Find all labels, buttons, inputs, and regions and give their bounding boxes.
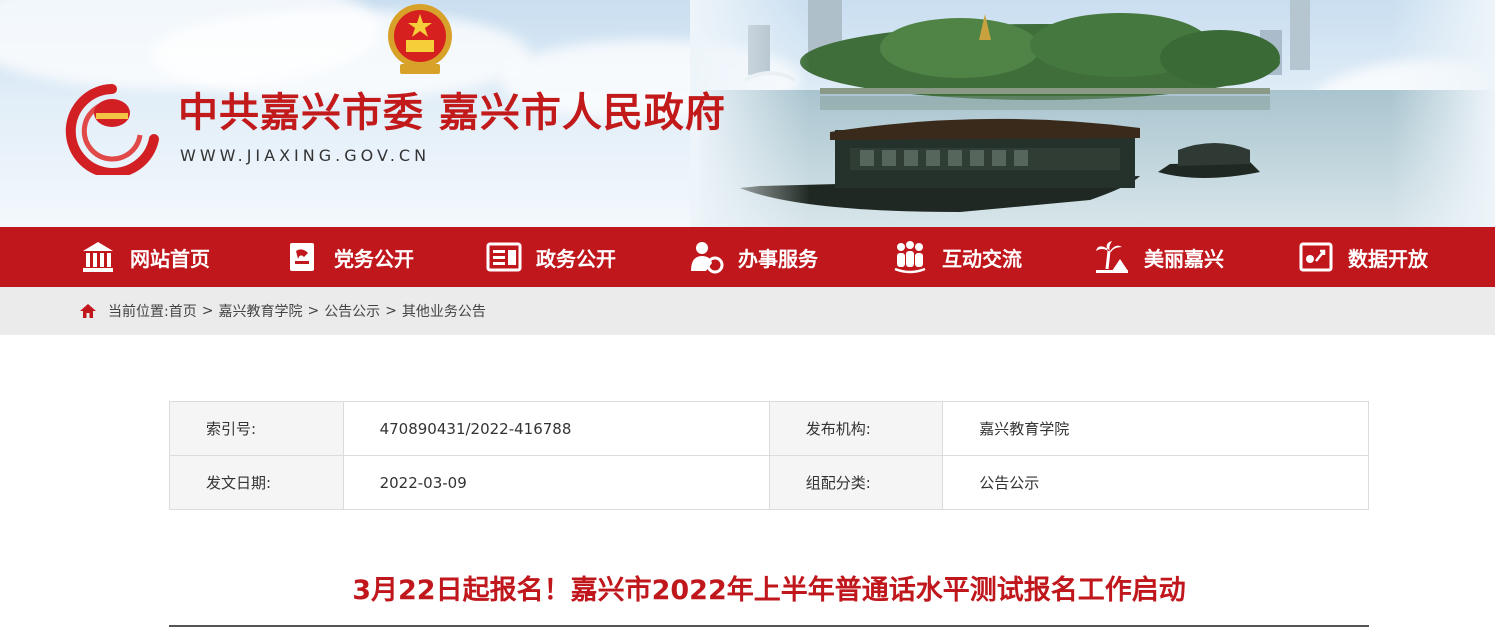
nav-label: 党务公开 [334, 246, 414, 271]
category-label: 组配分类: [768, 455, 944, 510]
main-nav: 网站首页 党务公开 政务公开 办事服务 互动交流 美丽嘉兴 数据开放 [0, 227, 1495, 287]
category-value: 公告公示 [942, 455, 1369, 510]
nav-item-home[interactable]: 网站首页 [80, 227, 210, 287]
nav-item-open-data[interactable]: 数据开放 [1298, 227, 1428, 287]
nav-item-party-affairs[interactable]: 党务公开 [284, 227, 414, 287]
breadcrumb-separator: > [307, 303, 320, 319]
breadcrumb-bar: 当前位置: 首页 > 嘉兴教育学院 > 公告公示 > 其他业务公告 [0, 287, 1495, 335]
breadcrumb-link-other-notices[interactable]: 其他业务公告 [402, 301, 486, 321]
nav-item-government-affairs[interactable]: 政务公开 [486, 227, 616, 287]
people-icon [894, 241, 926, 274]
breadcrumb-separator: > [385, 303, 397, 319]
breadcrumb-separator: > [201, 303, 214, 319]
nav-label: 美丽嘉兴 [1144, 246, 1224, 271]
site-url: WWW.JIAXING.GOV.CN [180, 146, 431, 165]
document-icon [486, 242, 522, 272]
nav-label: 政务公开 [536, 246, 616, 271]
document-meta-table: 索引号: 470890431/2022-416788 发布机构: 嘉兴教育学院 … [169, 401, 1369, 510]
breadcrumb-prefix: 当前位置: [108, 304, 169, 320]
nav-item-interaction[interactable]: 互动交流 [892, 227, 1022, 287]
nav-label: 互动交流 [942, 246, 1022, 271]
nav-item-beautiful-jiaxing[interactable]: 美丽嘉兴 [1094, 227, 1224, 287]
index-number-value: 470890431/2022-416788 [342, 401, 770, 456]
national-emblem-icon [388, 4, 452, 74]
index-number-label: 索引号: [169, 401, 344, 456]
data-icon [1299, 242, 1333, 272]
nav-item-services[interactable]: 办事服务 [688, 227, 818, 287]
home-icon [80, 304, 96, 318]
publisher-value: 嘉兴教育学院 [942, 401, 1369, 456]
publish-date-value: 2022-03-09 [342, 455, 770, 510]
title-divider [169, 625, 1369, 627]
nav-label: 数据开放 [1348, 246, 1428, 271]
breadcrumb-link-institute[interactable]: 嘉兴教育学院 [218, 301, 302, 321]
breadcrumb: 当前位置: 首页 > 嘉兴教育学院 > 公告公示 > 其他业务公告 [80, 287, 486, 335]
site-title: 中共嘉兴市委 嘉兴市人民政府 [178, 89, 726, 136]
city-logo-icon [65, 84, 159, 175]
breadcrumb-link-home[interactable]: 首页 [169, 301, 197, 321]
table-row: 索引号: 470890431/2022-416788 发布机构: 嘉兴教育学院 [169, 401, 1369, 456]
nav-label: 网站首页 [130, 246, 210, 271]
party-flag-icon [290, 243, 314, 271]
publish-date-label: 发文日期: [169, 455, 344, 510]
nav-label: 办事服务 [738, 246, 818, 271]
service-icon [691, 242, 724, 274]
article-title: 3月22日起报名！嘉兴市2022年上半年普通话水平测试报名工作启动 [352, 575, 1186, 606]
breadcrumb-link-announcements[interactable]: 公告公示 [324, 301, 380, 321]
palm-tree-icon [1096, 241, 1128, 273]
table-row: 发文日期: 2022-03-09 组配分类: 公告公示 [169, 455, 1369, 510]
header-banner: 中共嘉兴市委 嘉兴市人民政府 WWW.JIAXING.GOV.CN [0, 0, 1495, 227]
building-icon [83, 242, 113, 272]
publisher-label: 发布机构: [768, 401, 944, 456]
